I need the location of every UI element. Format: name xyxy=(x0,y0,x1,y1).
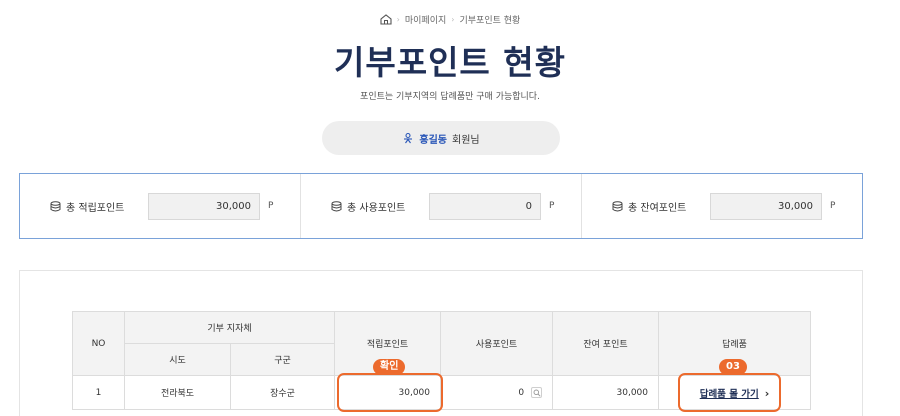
summary-remaining-value: 30,000 xyxy=(710,192,822,220)
cell-no: 1 xyxy=(72,375,125,410)
cell-gugun: 장수군 xyxy=(229,375,336,410)
summary-remaining: 총 잔여포인트 30,000 P xyxy=(582,174,862,238)
search-icon[interactable] xyxy=(531,387,543,398)
user-badge-icon xyxy=(404,132,413,144)
summary-label-earned: 총 적립포인트 xyxy=(50,199,148,214)
summary-remaining-unit: P xyxy=(830,201,836,211)
header-used: 사용포인트 xyxy=(440,311,554,376)
cell-sido: 전라북도 xyxy=(124,375,231,410)
summary-used-value: 0 xyxy=(429,192,541,220)
points-summary: 총 적립포인트 30,000 P 총 사용포인트 0 P 총 잔여포인트 30,… xyxy=(19,173,863,239)
header-gugun: 구군 xyxy=(229,343,336,376)
breadcrumb-separator: › xyxy=(451,15,455,24)
header-remaining: 잔여 포인트 xyxy=(552,311,660,376)
summary-used-unit: P xyxy=(549,201,555,211)
summary-earned-value: 30,000 xyxy=(148,192,260,220)
header-region-group: 기부 지자체 xyxy=(123,311,336,344)
breadcrumb: › 마이페이지 › 기부포인트 현황 xyxy=(0,13,900,26)
summary-earned: 총 적립포인트 30,000 P xyxy=(20,174,301,238)
page-title: 기부포인트 현황 xyxy=(333,43,566,82)
coin-stack-icon xyxy=(331,200,342,211)
coin-stack-icon xyxy=(50,200,61,211)
highlight-gift-link xyxy=(678,373,781,412)
header-sido: 시도 xyxy=(124,343,231,376)
step-badge: 03 xyxy=(719,359,747,375)
breadcrumb-item-mypage[interactable]: 마이페이지 xyxy=(405,13,446,26)
cell-remaining: 30,000 xyxy=(552,375,660,410)
page-subtitle: 포인트는 기부지역의 답례품만 구매 가능합니다. xyxy=(360,92,540,102)
summary-remaining-label: 총 잔여포인트 xyxy=(628,202,687,214)
summary-used: 총 사용포인트 0 P xyxy=(301,174,582,238)
user-info-pill: 홍길동 회원님 xyxy=(322,121,560,155)
cell-used: 0 xyxy=(440,375,554,410)
confirm-badge: 확인 xyxy=(373,359,406,375)
coin-stack-icon xyxy=(612,200,623,211)
user-name: 홍길동 xyxy=(419,134,447,146)
highlight-earned xyxy=(337,373,443,412)
summary-earned-unit: P xyxy=(268,201,274,211)
user-suffix: 회원님 xyxy=(452,134,480,146)
summary-label-remaining: 총 잔여포인트 xyxy=(612,199,710,214)
summary-used-label: 총 사용포인트 xyxy=(347,202,406,214)
home-icon[interactable] xyxy=(380,14,392,25)
summary-earned-label: 총 적립포인트 xyxy=(66,202,125,214)
cell-used-value: 0 xyxy=(518,388,525,398)
header-no: NO xyxy=(72,311,125,376)
breadcrumb-separator: › xyxy=(396,15,400,24)
breadcrumb-item-current: 기부포인트 현황 xyxy=(459,16,521,26)
summary-label-used: 총 사용포인트 xyxy=(331,199,429,214)
